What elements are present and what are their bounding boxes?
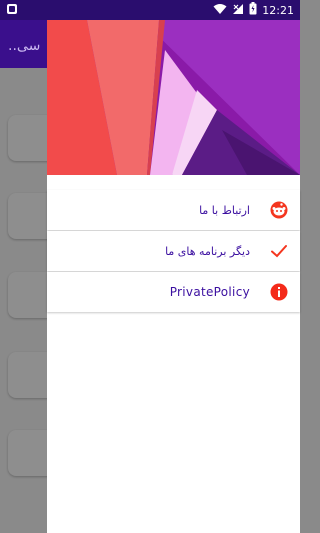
navigation-drawer[interactable]: ارتباط با ما دیگر برنامه های ما PrivateP… — [47, 20, 300, 533]
menu-item-privacy-policy[interactable]: PrivatePolicy — [47, 272, 300, 312]
status-bar: 12:21 — [0, 0, 300, 20]
menu-item-other-apps[interactable]: دیگر برنامه های ما — [47, 231, 300, 271]
wifi-icon — [213, 3, 227, 18]
check-icon — [270, 242, 288, 260]
app-notification-icon — [6, 3, 18, 18]
signal-icon — [232, 3, 244, 18]
menu-item-label: PrivatePolicy — [169, 285, 250, 299]
reddit-face-icon — [270, 201, 288, 219]
drawer-menu-list: ارتباط با ما دیگر برنامه های ما PrivateP… — [47, 190, 300, 313]
info-icon — [270, 283, 288, 301]
menu-item-label: دیگر برنامه های ما — [165, 244, 250, 258]
battery-icon — [249, 2, 257, 18]
drawer-header-image — [47, 20, 300, 175]
menu-item-label: ارتباط با ما — [199, 203, 250, 217]
app-toolbar-title: ..سی — [8, 38, 41, 54]
menu-item-contact-us[interactable]: ارتباط با ما — [47, 190, 300, 230]
status-time: 12:21 — [262, 3, 294, 17]
